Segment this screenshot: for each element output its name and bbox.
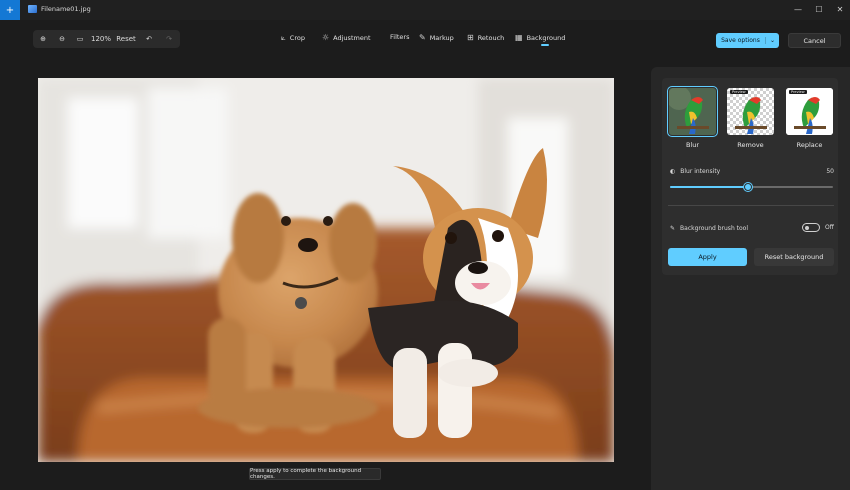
tool-markup[interactable]: ✎ Markup xyxy=(419,33,454,42)
dogs-photo xyxy=(38,78,614,462)
zoom-level[interactable]: 120% xyxy=(89,30,113,48)
title-bar: + Filename01.jpg — ☐ ✕ xyxy=(0,0,850,20)
minimize-button[interactable]: — xyxy=(790,2,806,16)
undo-icon[interactable]: ↶ xyxy=(139,30,159,48)
preview-badge: Preview xyxy=(789,90,807,94)
save-options-button[interactable]: Save options ⌄ xyxy=(716,33,779,48)
retouch-icon: ⊞ xyxy=(467,33,474,42)
close-button[interactable]: ✕ xyxy=(832,2,848,16)
tool-crop-label: Crop xyxy=(289,34,305,42)
tool-filters-label: Filters xyxy=(390,33,410,41)
tool-adjustment-label: Adjustment xyxy=(333,33,371,42)
replace-mode-thumbnail[interactable]: Preview xyxy=(786,88,833,135)
tool-retouch-label: Retouch xyxy=(477,33,505,42)
app-plus-icon[interactable]: + xyxy=(0,0,20,20)
photo-canvas[interactable] xyxy=(38,78,614,462)
reset-background-button[interactable]: Reset background xyxy=(754,248,834,266)
reset-zoom-button[interactable]: Reset xyxy=(113,30,139,48)
tool-markup-label: Markup xyxy=(429,33,454,42)
blur-intensity-slider[interactable] xyxy=(670,183,833,191)
crop-icon: ⟀ xyxy=(281,33,286,42)
tool-background[interactable]: ▦ Background xyxy=(515,33,565,42)
tool-retouch[interactable]: ⊞ Retouch xyxy=(467,33,504,42)
pen-icon: ✎ xyxy=(419,33,426,42)
redo-icon[interactable]: ↷ xyxy=(159,30,179,48)
tool-adjustment[interactable]: ☼ Adjustment xyxy=(322,33,371,42)
blur-mode-thumbnail[interactable] xyxy=(667,86,718,137)
fit-to-screen-icon[interactable]: ▭ xyxy=(71,30,89,48)
chevron-down-icon[interactable]: ⌄ xyxy=(765,37,779,44)
cancel-button[interactable]: Cancel xyxy=(788,33,841,48)
tool-filters[interactable]: Filters xyxy=(390,33,409,41)
toggle-knob xyxy=(805,225,809,230)
remove-mode-label: Remove xyxy=(737,141,764,149)
parrot-replace-image xyxy=(786,88,833,135)
tool-background-label: Background xyxy=(526,33,566,42)
background-brush-toggle[interactable] xyxy=(802,223,820,232)
blur-mode-label: Blur xyxy=(685,141,700,149)
zoom-controls: ⊕ ⊖ ▭ 120% Reset ↶ ↷ xyxy=(33,30,180,48)
blur-intensity-label: Blur intensity xyxy=(680,167,721,175)
brightness-icon: ☼ xyxy=(322,33,330,42)
parrot-blur-image xyxy=(669,88,716,135)
replace-mode-label: Replace xyxy=(796,141,823,149)
toggle-state-label: Off xyxy=(825,224,834,231)
active-tab-indicator xyxy=(541,44,549,46)
brush-icon: ✎ xyxy=(670,224,676,232)
apply-button[interactable]: Apply xyxy=(668,248,747,266)
preview-badge: Preview xyxy=(730,90,748,94)
remove-mode-thumbnail[interactable]: Preview xyxy=(727,88,774,135)
tool-crop[interactable]: ⟀ Crop xyxy=(281,33,305,43)
background-brush-label: Background brush tool xyxy=(680,224,749,232)
zoom-out-icon[interactable]: ⊖ xyxy=(53,30,71,48)
blur-intensity-icon: ◐ xyxy=(670,167,676,175)
image-file-icon xyxy=(28,5,37,13)
file-name: Filename01.jpg xyxy=(41,5,91,13)
apply-hint-tooltip: Press apply to complete the background c… xyxy=(249,468,381,480)
panel-divider xyxy=(668,205,834,206)
zoom-in-icon[interactable]: ⊕ xyxy=(33,30,53,48)
slider-fill xyxy=(670,186,749,188)
parrot-remove-image xyxy=(735,97,767,134)
save-options-label: Save options xyxy=(721,37,760,44)
maximize-button[interactable]: ☐ xyxy=(811,2,827,16)
blur-intensity-value: 50 xyxy=(826,167,834,175)
background-icon: ▦ xyxy=(515,33,523,42)
blur-intensity-row: ◐ Blur intensity 50 xyxy=(670,166,834,176)
